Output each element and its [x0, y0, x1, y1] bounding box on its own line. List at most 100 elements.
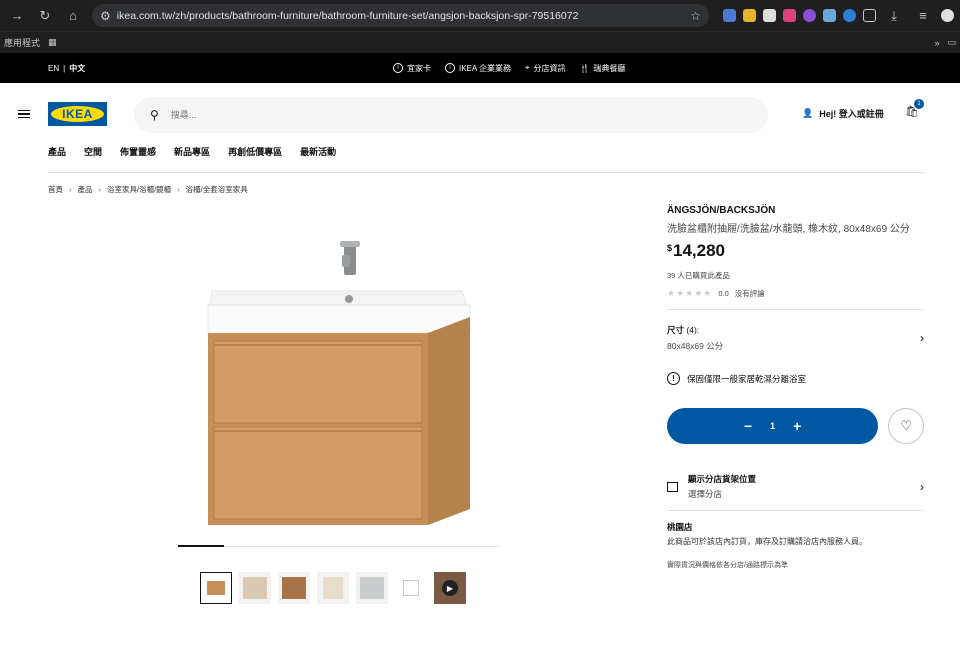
thumbnail[interactable]	[200, 572, 232, 604]
profile-icon[interactable]	[941, 9, 954, 22]
location-pin-icon: ⌖	[525, 63, 530, 72]
top-info-bar: EN | 中文 i 宜家卡 i IKEA 企業業務 ⌖ 分店資訊 🍴 瑞典餐廳	[0, 53, 960, 83]
extension-icon[interactable]	[783, 9, 796, 22]
quantity-value: 1	[770, 421, 776, 431]
divider	[667, 309, 924, 310]
extension-icon[interactable]	[763, 9, 776, 22]
info-icon: i	[445, 63, 455, 73]
quantity-stepper[interactable]: − 1 +	[667, 408, 879, 444]
extension-icon[interactable]	[823, 9, 836, 22]
folder-icon[interactable]: ▭	[947, 37, 956, 48]
nav-rooms[interactable]: 空間	[84, 145, 102, 158]
thumbnail[interactable]	[317, 572, 349, 604]
thumbnail[interactable]	[239, 572, 271, 604]
star-rating-icon: ★★★★★	[667, 288, 713, 298]
extension-icon[interactable]	[803, 9, 816, 22]
store-note: 此商品可於該店內訂貨，庫存及訂購請洽店內服務人員。	[667, 537, 867, 546]
store-info-link[interactable]: ⌖ 分店資訊	[525, 63, 566, 74]
rating-value: 0.0	[718, 289, 729, 298]
breadcrumb-home[interactable]: 首頁	[48, 184, 63, 195]
thumbnail[interactable]	[395, 572, 427, 604]
size-selector[interactable]: 尺寸 (4): 80x48x69 公分 ›	[667, 324, 924, 352]
apps-grid-icon[interactable]: ▦	[48, 37, 57, 48]
forward-icon[interactable]: →	[6, 5, 28, 27]
download-icon[interactable]: ⤓	[883, 5, 905, 27]
lang-en[interactable]: EN	[48, 64, 59, 73]
thumbnail[interactable]	[356, 572, 388, 604]
divider	[667, 510, 924, 511]
breadcrumb-products[interactable]: 產品	[78, 184, 93, 195]
store-title: 顯示分店貨架位置	[688, 474, 757, 484]
extension-icon[interactable]	[743, 9, 756, 22]
price-disclaimer: 實際貨況與價格依各分店/通路標示為準	[667, 562, 788, 569]
bookmarks-bar: 應用程式 ▦ » ▭	[0, 31, 960, 53]
home-icon[interactable]: ⌂	[62, 5, 84, 27]
address-bar[interactable]: ⚙ ikea.com.tw/zh/products/bathroom-furni…	[92, 4, 709, 27]
plus-icon[interactable]: +	[793, 418, 801, 434]
search-bar[interactable]: ⚲	[134, 97, 768, 133]
ikea-logo[interactable]: IKEA	[48, 102, 107, 126]
alert-icon: !	[667, 372, 680, 385]
favorite-button[interactable]: ♡	[888, 408, 924, 444]
search-input[interactable]	[170, 110, 571, 120]
chevron-right-icon: ›	[98, 185, 102, 194]
business-link[interactable]: i IKEA 企業業務	[445, 63, 511, 74]
bookmark-star-icon[interactable]: ☆	[690, 9, 701, 23]
extension-icon[interactable]	[723, 9, 736, 22]
url-text[interactable]: ikea.com.tw/zh/products/bathroom-furnitu…	[117, 10, 684, 22]
warranty-note: ! 保固僅限一般家居乾濕分離浴室	[667, 372, 924, 385]
site-header: IKEA ⚲ 👤 Hej! 登入或註冊 🛍 1	[0, 83, 960, 145]
extensions: ⤓ ≡	[723, 5, 954, 27]
nav-inspiration[interactable]: 佈置靈感	[120, 145, 156, 158]
chevron-right-icon: ›	[69, 185, 72, 194]
product-price: $ 14,280	[667, 241, 924, 261]
login-link[interactable]: 👤 Hej! 登入或註冊	[802, 107, 884, 120]
language-switcher: EN | 中文	[48, 63, 86, 74]
info-icon: i	[393, 63, 403, 73]
thumbnail-strip: ▶	[200, 572, 466, 604]
ikea-card-link[interactable]: i 宜家卡	[393, 63, 431, 74]
image-progress-bar	[178, 545, 500, 547]
search-icon[interactable]: ⚲	[150, 108, 159, 122]
nav-lower-price[interactable]: 再創低價專區	[228, 145, 282, 158]
size-value: 80x48x69 公分	[667, 341, 724, 351]
heart-icon: ♡	[900, 418, 912, 433]
bookmark-apps[interactable]: 應用程式	[4, 36, 40, 49]
reading-list-icon[interactable]: ≡	[912, 5, 934, 27]
nav-new[interactable]: 新品專區	[174, 145, 210, 158]
breadcrumb-bathroom[interactable]: 浴室家具/浴櫃/鏡櫃	[107, 184, 171, 195]
product-image[interactable]	[178, 237, 500, 537]
price-currency: $	[667, 243, 673, 253]
lang-zh[interactable]: 中文	[69, 63, 85, 74]
product-section: ▶ ÄNGSJÖN/BACKSJÖN 洗臉盆櫃附抽屜/洗臉盆/水龍頭, 橡木紋,…	[0, 195, 960, 615]
chevron-right-icon: ›	[177, 185, 180, 194]
breadcrumb-vanity[interactable]: 浴櫃/全套浴室家具	[186, 184, 248, 195]
nav-events[interactable]: 最新活動	[300, 145, 336, 158]
store-availability[interactable]: 顯示分店貨架位置 選擇分店 ›	[667, 473, 924, 500]
price-value: 14,280	[673, 241, 726, 260]
menu-icon[interactable]	[18, 109, 30, 119]
extension-icon[interactable]	[843, 9, 856, 22]
product-info-panel: ÄNGSJÖN/BACKSJÖN 洗臉盆櫃附抽屜/洗臉盆/水龍頭, 橡木紋, 8…	[667, 195, 924, 570]
main-nav: 產品 空間 佈置靈感 新品專區 再創低價專區 最新活動	[48, 145, 924, 173]
breadcrumb: 首頁 › 產品 › 浴室家具/浴櫃/鏡櫃 › 浴櫃/全套浴室家具	[48, 184, 960, 195]
site-info-icon[interactable]: ⚙	[100, 9, 111, 23]
minus-icon[interactable]: −	[744, 418, 752, 434]
cart-icon[interactable]: 🛍 1	[905, 99, 924, 121]
restaurant-link[interactable]: 🍴 瑞典餐廳	[580, 63, 626, 74]
reload-icon[interactable]: ↻	[34, 5, 56, 27]
top-links: i 宜家卡 i IKEA 企業業務 ⌖ 分店資訊 🍴 瑞典餐廳	[393, 53, 626, 83]
rating[interactable]: ★★★★★ 0.0 沒有評論	[667, 288, 924, 299]
browser-toolbar: → ↻ ⌂ ⚙ ikea.com.tw/zh/products/bathroom…	[0, 0, 960, 31]
nav-products[interactable]: 產品	[48, 145, 66, 158]
play-icon: ▶	[442, 580, 458, 596]
store-select: 選擇分店	[688, 489, 723, 499]
size-count: (4):	[686, 325, 700, 335]
thumbnail[interactable]	[278, 572, 310, 604]
puzzle-icon[interactable]	[863, 9, 876, 22]
size-label: 尺寸	[667, 325, 685, 335]
product-name: ÄNGSJÖN/BACKSJÖN	[667, 205, 776, 216]
video-thumbnail[interactable]: ▶	[434, 572, 466, 604]
store-name: 桃園店	[667, 522, 693, 532]
bookmark-overflow-icon[interactable]: »	[934, 38, 939, 48]
